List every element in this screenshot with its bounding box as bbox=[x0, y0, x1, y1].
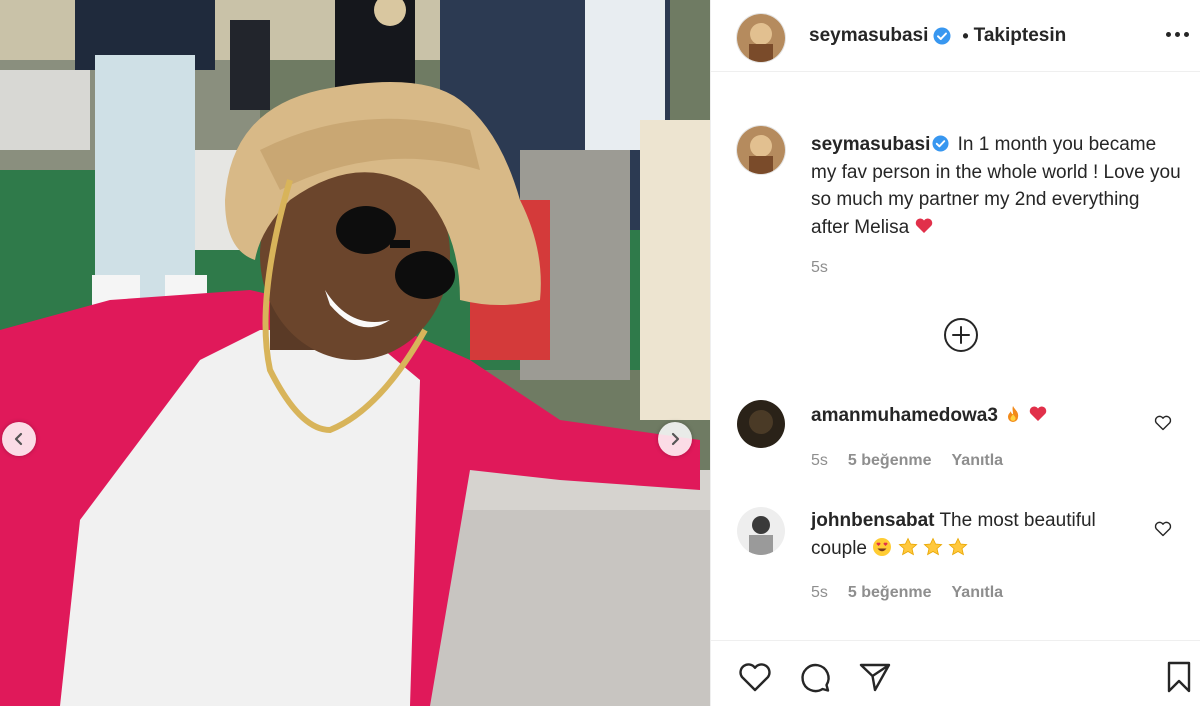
load-more-comments-icon[interactable] bbox=[943, 317, 979, 353]
caption-time[interactable]: 5s bbox=[811, 259, 828, 277]
comment-icon[interactable] bbox=[797, 659, 833, 695]
post-action-bar bbox=[711, 640, 1200, 706]
author-line: seymasubasi • Takiptesin bbox=[809, 25, 1066, 47]
chevron-right-icon bbox=[671, 432, 680, 446]
comment-body: johnbensabat The most beautiful couple bbox=[811, 507, 1151, 563]
heart-eyes-emoji-icon bbox=[873, 538, 892, 556]
star-emoji-icon bbox=[948, 537, 968, 556]
follow-status[interactable]: Takiptesin bbox=[974, 25, 1067, 47]
red-heart-emoji-icon bbox=[1030, 406, 1047, 421]
fire-emoji-icon bbox=[1008, 406, 1019, 422]
next-image-button[interactable] bbox=[658, 422, 692, 456]
like-comment-icon[interactable] bbox=[1154, 414, 1172, 432]
commenter-avatar[interactable] bbox=[737, 507, 785, 555]
save-icon[interactable] bbox=[1161, 659, 1197, 695]
comment-meta: 5s 5 beğenme Yanıtla bbox=[811, 452, 1003, 470]
author-username[interactable]: seymasubasi bbox=[809, 25, 928, 47]
more-options-icon[interactable] bbox=[1163, 24, 1191, 44]
star-emoji-icon bbox=[898, 537, 918, 556]
comment-meta: 5s 5 beğenme Yanıtla bbox=[811, 584, 1003, 602]
like-icon[interactable] bbox=[737, 659, 773, 695]
caption-author-avatar[interactable] bbox=[737, 126, 785, 174]
caption-text: seymasubasi In 1 month you became my fav… bbox=[811, 131, 1181, 241]
reply-button[interactable]: Yanıtla bbox=[952, 584, 1004, 602]
commenter-avatar[interactable] bbox=[737, 400, 785, 448]
chevron-left-icon bbox=[14, 432, 23, 446]
comment-username[interactable]: johnbensabat bbox=[811, 510, 935, 531]
like-comment-icon[interactable] bbox=[1154, 520, 1172, 538]
comment-time[interactable]: 5s bbox=[811, 452, 828, 470]
comment-time[interactable]: 5s bbox=[811, 584, 828, 602]
post-image bbox=[0, 0, 710, 706]
verified-badge-icon bbox=[933, 27, 951, 45]
red-heart-emoji-icon bbox=[916, 217, 933, 233]
comment-likes[interactable]: 5 beğenme bbox=[848, 452, 932, 470]
comment-body: amanmuhamedowa3 bbox=[811, 402, 1151, 430]
post-header: seymasubasi • Takiptesin bbox=[711, 0, 1200, 72]
comment-likes[interactable]: 5 beğenme bbox=[848, 584, 932, 602]
reply-button[interactable]: Yanıtla bbox=[952, 452, 1004, 470]
author-avatar[interactable] bbox=[737, 14, 785, 62]
previous-image-button[interactable] bbox=[2, 422, 36, 456]
post-photo bbox=[0, 0, 710, 706]
star-emoji-icon bbox=[923, 537, 943, 556]
post-side-panel: seymasubasi • Takiptesin seymasubasi In … bbox=[710, 0, 1200, 706]
share-icon[interactable] bbox=[857, 659, 893, 695]
comment-username[interactable]: amanmuhamedowa3 bbox=[811, 405, 998, 426]
verified-badge-icon bbox=[932, 135, 949, 152]
caption-username[interactable]: seymasubasi bbox=[811, 134, 930, 155]
separator-dot: • bbox=[962, 25, 969, 46]
